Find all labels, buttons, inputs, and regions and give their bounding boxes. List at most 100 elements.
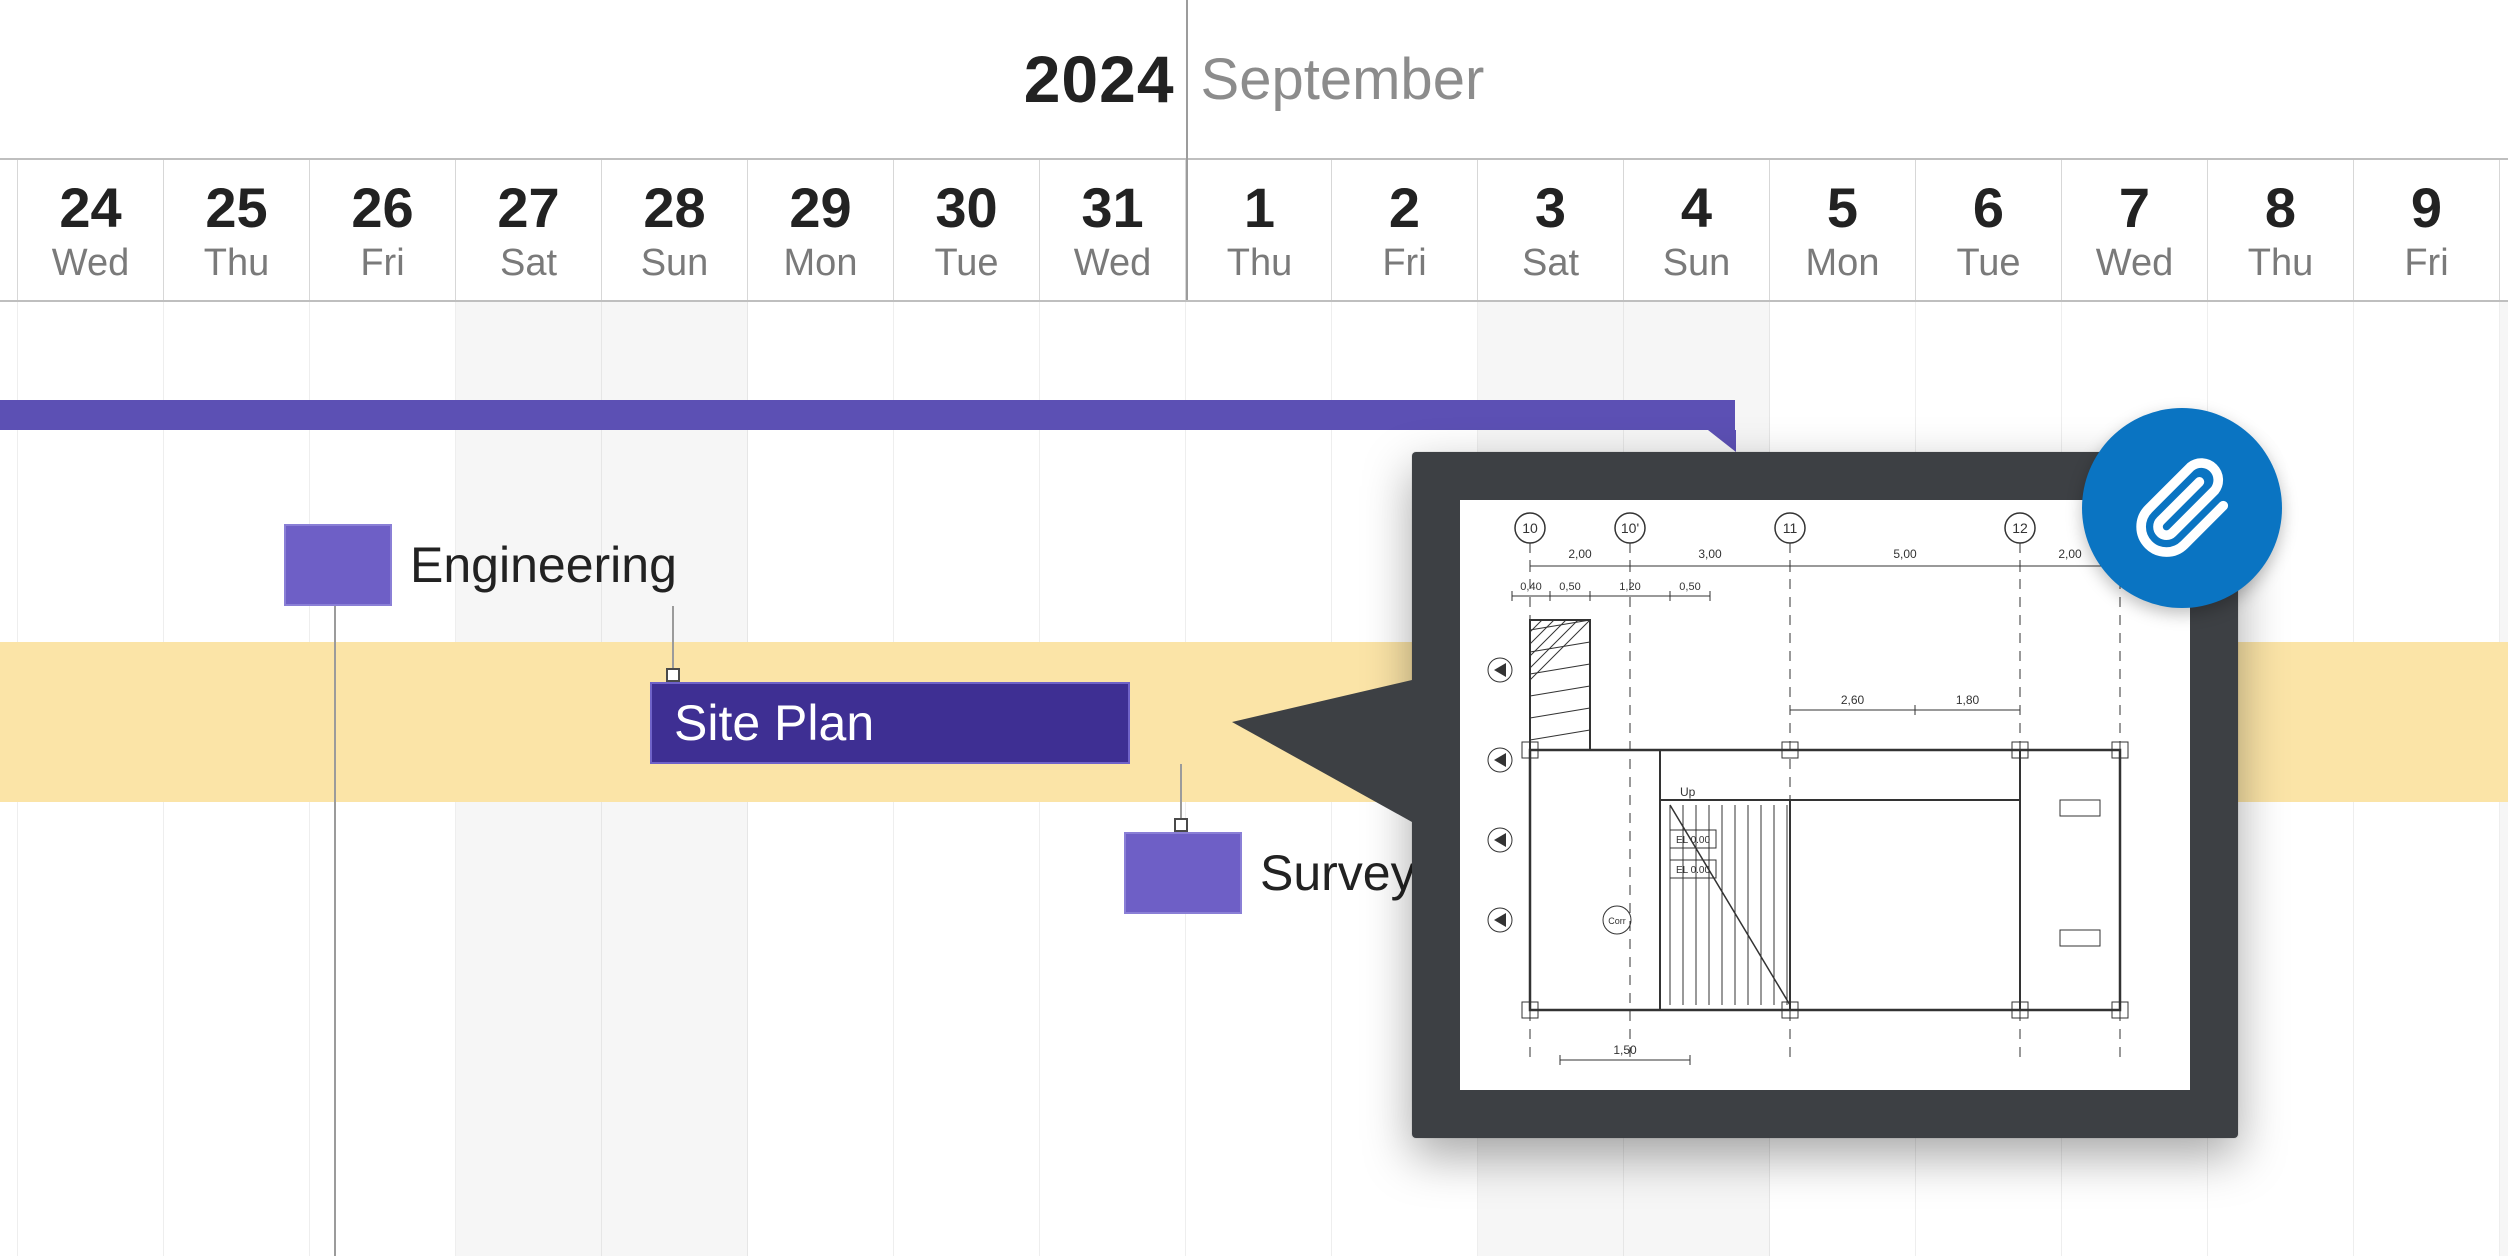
- day-of-week: Thu: [2248, 242, 2313, 285]
- day-number: 1: [1244, 175, 1275, 240]
- task-site-plan[interactable]: Site Plan: [650, 682, 1130, 764]
- gantt-body[interactable]: Engineering Site Plan Survey 1010'111213…: [0, 302, 2508, 1256]
- svg-text:Up: Up: [1680, 785, 1696, 799]
- day-cell[interactable]: 6Tue: [1916, 160, 2062, 300]
- task-site-plan-bar[interactable]: Site Plan: [650, 682, 1130, 764]
- day-cell[interactable]: 1Thu: [1186, 160, 1332, 300]
- svg-text:5,00: 5,00: [1893, 547, 1917, 561]
- day-number: 6: [1973, 175, 2004, 240]
- day-of-week: Sun: [641, 242, 709, 285]
- day-cell[interactable]: 25Thu: [164, 160, 310, 300]
- day-of-week: Sat: [500, 242, 557, 285]
- day-number: 2: [1389, 175, 1420, 240]
- day-cell[interactable]: 24Wed: [18, 160, 164, 300]
- popover-pointer: [1232, 680, 1412, 822]
- svg-text:1,80: 1,80: [1956, 693, 1980, 707]
- svg-text:11: 11: [1783, 520, 1798, 536]
- day-cell[interactable]: 2Fri: [1332, 160, 1478, 300]
- day-number: 27: [497, 175, 559, 240]
- attachment-preview[interactable]: 1010'1112132,003,005,002,000,400,501,200…: [1460, 500, 2190, 1090]
- dependency-arrowhead: [666, 668, 680, 682]
- day-of-week: Fri: [360, 242, 404, 285]
- day-cell[interactable]: 5Mon: [1770, 160, 1916, 300]
- task-survey[interactable]: Survey: [1124, 832, 1416, 914]
- day-of-week: Mon: [784, 242, 858, 285]
- task-survey-bar[interactable]: [1124, 832, 1242, 914]
- attachment-badge[interactable]: [2082, 408, 2282, 608]
- day-number: 28: [643, 175, 705, 240]
- svg-text:0,40: 0,40: [1520, 581, 1541, 593]
- day-number: 8: [2265, 175, 2296, 240]
- task-engineering-bar[interactable]: [284, 524, 392, 606]
- day-cell[interactable]: 23Tue: [0, 160, 18, 300]
- day-number: 31: [1081, 175, 1143, 240]
- gantt-view: { "header": { "year": "2024", "month": "…: [0, 0, 2508, 1256]
- day-cell[interactable]: 29Mon: [748, 160, 894, 300]
- svg-text:3,00: 3,00: [1698, 547, 1722, 561]
- day-cell[interactable]: 27Sat: [456, 160, 602, 300]
- day-of-week: Mon: [1806, 242, 1880, 285]
- day-cell[interactable]: 26Fri: [310, 160, 456, 300]
- day-cell[interactable]: 30Tue: [894, 160, 1040, 300]
- day-number: 3: [1535, 175, 1566, 240]
- timeline-header: 2024 September: [0, 0, 2508, 160]
- svg-text:2,00: 2,00: [2058, 547, 2082, 561]
- day-of-week: Tue: [934, 242, 998, 285]
- attachment-popover[interactable]: 1010'1112132,003,005,002,000,400,501,200…: [1412, 452, 2238, 1138]
- summary-bar[interactable]: [0, 400, 1735, 430]
- task-survey-label: Survey: [1260, 844, 1416, 902]
- svg-text:12: 12: [2012, 520, 2028, 536]
- day-of-week: Thu: [204, 242, 269, 285]
- site-plan-drawing: 1010'1112132,003,005,002,000,400,501,200…: [1460, 500, 2190, 1090]
- task-engineering[interactable]: Engineering: [284, 524, 677, 606]
- svg-text:1,50: 1,50: [1613, 1043, 1637, 1057]
- day-of-week: Wed: [1074, 242, 1151, 285]
- dependency-arrowhead: [1174, 818, 1188, 832]
- day-cell[interactable]: 9Fri: [2354, 160, 2500, 300]
- paperclip-icon: [2127, 453, 2237, 563]
- day-number: 30: [935, 175, 997, 240]
- day-of-week: Wed: [2096, 242, 2173, 285]
- task-engineering-label: Engineering: [410, 536, 677, 594]
- svg-text:2,60: 2,60: [1841, 693, 1865, 707]
- svg-text:2,00: 2,00: [1568, 547, 1592, 561]
- svg-text:10: 10: [1522, 520, 1538, 536]
- day-of-week: Tue: [1956, 242, 2020, 285]
- header-month: September: [1201, 46, 1485, 113]
- svg-text:EL 0.00: EL 0.00: [1676, 835, 1711, 846]
- day-cell[interactable]: 31Wed: [1040, 160, 1186, 300]
- day-cell[interactable]: 7Wed: [2062, 160, 2208, 300]
- header-year: 2024: [1024, 41, 1175, 117]
- svg-text:10': 10': [1621, 520, 1639, 536]
- day-of-week: Wed: [52, 242, 129, 285]
- day-number: 26: [351, 175, 413, 240]
- task-site-plan-label: Site Plan: [674, 694, 874, 752]
- month-divider: [1186, 0, 1188, 300]
- day-header[interactable]: 23Tue24Wed25Thu26Fri27Sat28Sun29Mon30Tue…: [0, 160, 2508, 300]
- dependency-line: [672, 606, 674, 672]
- day-cell[interactable]: 3Sat: [1478, 160, 1624, 300]
- day-number: 9: [2411, 175, 2442, 240]
- svg-text:1,20: 1,20: [1619, 581, 1640, 593]
- day-number: 25: [205, 175, 267, 240]
- day-number: 29: [789, 175, 851, 240]
- day-cell[interactable]: 28Sun: [602, 160, 748, 300]
- dependency-line: [334, 606, 336, 1256]
- day-of-week: Sat: [1522, 242, 1579, 285]
- day-cell[interactable]: 4Sun: [1624, 160, 1770, 300]
- day-of-week: Fri: [1382, 242, 1426, 285]
- svg-text:0,50: 0,50: [1679, 581, 1700, 593]
- day-cell[interactable]: 8Thu: [2208, 160, 2354, 300]
- day-number: 5: [1827, 175, 1858, 240]
- day-cell[interactable]: 10Sat: [2500, 160, 2508, 300]
- day-number: 7: [2119, 175, 2150, 240]
- day-of-week: Sun: [1663, 242, 1731, 285]
- svg-text:0,50: 0,50: [1559, 581, 1580, 593]
- day-of-week: Fri: [2404, 242, 2448, 285]
- svg-text:EL 0.00: EL 0.00: [1676, 865, 1711, 876]
- day-of-week: Thu: [1227, 242, 1292, 285]
- day-number: 24: [59, 175, 121, 240]
- svg-text:Corr: Corr: [1608, 916, 1626, 926]
- day-number: 4: [1681, 175, 1712, 240]
- dependency-line: [1180, 764, 1182, 822]
